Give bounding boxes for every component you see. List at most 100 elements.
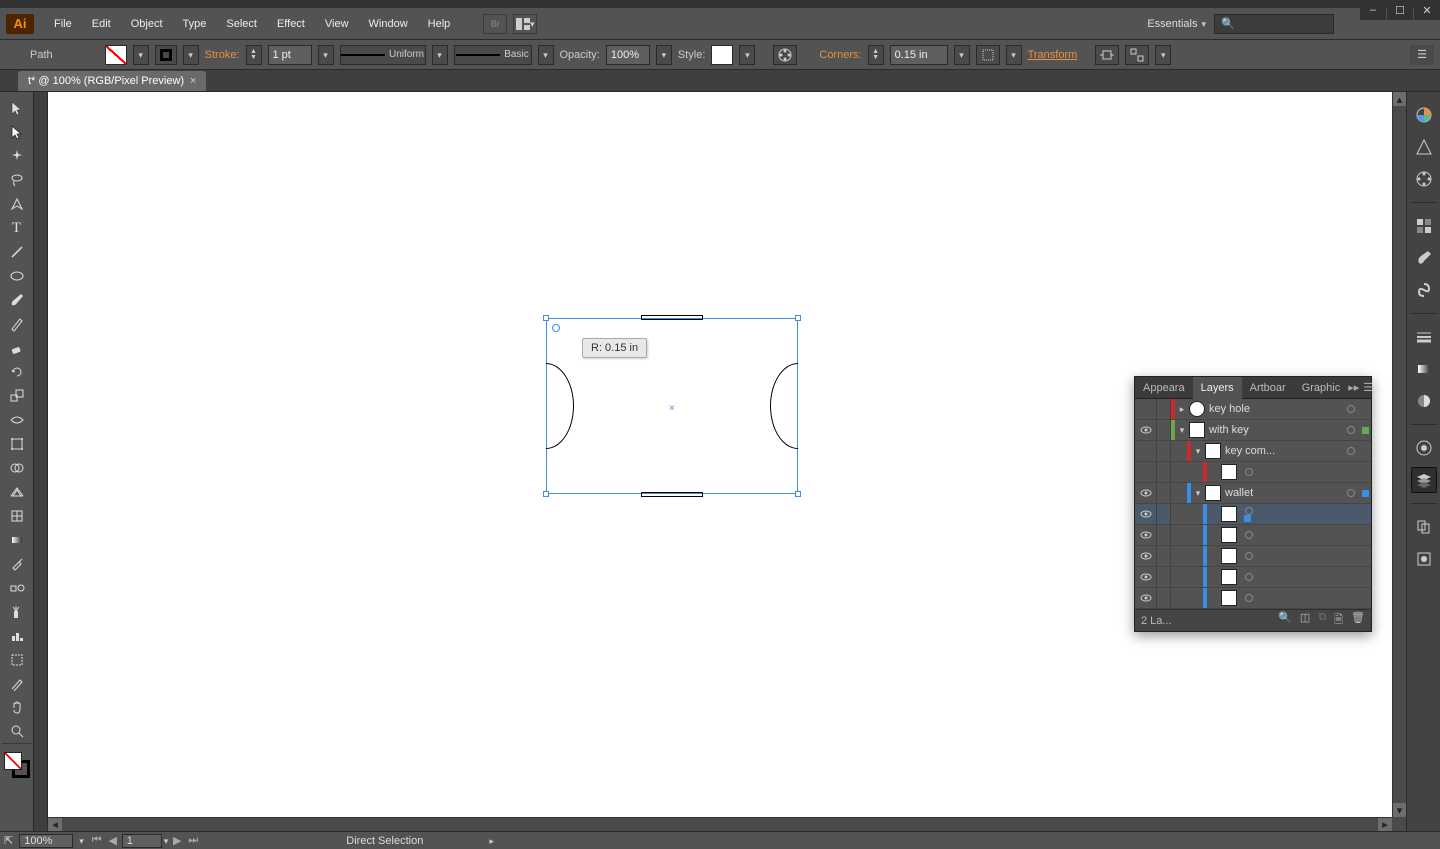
line-tool[interactable]	[2, 240, 32, 264]
target-icon[interactable]	[1241, 573, 1257, 581]
scale-tool[interactable]	[2, 384, 32, 408]
lock-toggle[interactable]	[1157, 546, 1171, 566]
visibility-toggle[interactable]	[1135, 525, 1157, 545]
selection-handle-br[interactable]	[795, 491, 801, 497]
arrange-documents-button[interactable]	[513, 14, 537, 34]
collapse-icon[interactable]: ▸▸	[1348, 381, 1359, 394]
layer-row[interactable]: ▾key com...	[1135, 441, 1371, 462]
panel-tab-layers[interactable]: Layers	[1193, 377, 1242, 399]
selection-handle-tr[interactable]	[795, 315, 801, 321]
layer-row[interactable]: ▸key hole	[1135, 399, 1371, 420]
create-sublayer-icon[interactable]: ⧉	[1318, 611, 1326, 630]
corners-dropdown[interactable]	[954, 45, 970, 65]
menu-type[interactable]: Type	[173, 14, 217, 34]
stroke-panel-icon[interactable]	[1411, 324, 1437, 350]
target-icon[interactable]	[1343, 405, 1359, 413]
selection-tool[interactable]	[2, 96, 32, 120]
width-tool[interactable]	[2, 408, 32, 432]
color-guide-panel-icon[interactable]	[1411, 134, 1437, 160]
layer-row[interactable]: ▾ wallet	[1135, 483, 1371, 504]
disclosure-triangle-icon[interactable]: ▸	[1175, 404, 1189, 415]
layer-name[interactable]	[1237, 468, 1371, 476]
variable-width-dropdown[interactable]	[432, 45, 448, 65]
menu-edit[interactable]: Edit	[82, 14, 121, 34]
lock-toggle[interactable]	[1157, 420, 1171, 440]
direct-selection-tool[interactable]	[2, 120, 32, 144]
target-icon[interactable]	[1343, 426, 1359, 434]
search-field[interactable]: 🔍	[1214, 14, 1334, 34]
layer-row[interactable]	[1135, 462, 1371, 483]
lock-toggle[interactable]	[1157, 462, 1171, 482]
window-minimize-button[interactable]: –	[1360, 0, 1386, 20]
blend-tool[interactable]	[2, 576, 32, 600]
opacity-field[interactable]: 100%	[606, 45, 650, 65]
panel-tab-artboards[interactable]: Artboar	[1242, 377, 1294, 399]
visibility-toggle[interactable]	[1135, 399, 1157, 419]
target-icon[interactable]	[1241, 531, 1257, 539]
lock-toggle[interactable]	[1157, 399, 1171, 419]
artboard-tool[interactable]	[2, 648, 32, 672]
window-maximize-button[interactable]: ☐	[1387, 0, 1413, 20]
recolor-artwork-button[interactable]	[773, 45, 797, 65]
visibility-toggle[interactable]	[1135, 546, 1157, 566]
scroll-left-icon[interactable]: ◂	[48, 818, 62, 831]
visibility-toggle[interactable]	[1135, 504, 1157, 524]
scroll-up-icon[interactable]: ▴	[1393, 92, 1406, 106]
first-artboard-button[interactable]: ⏮	[90, 834, 104, 848]
appearance-panel-icon[interactable]	[1411, 435, 1437, 461]
layers-panel-icon[interactable]	[1411, 467, 1437, 493]
align-button[interactable]	[976, 45, 1000, 65]
shape-tool[interactable]	[2, 264, 32, 288]
mesh-tool[interactable]	[2, 504, 32, 528]
graphic-style-swatch[interactable]	[711, 45, 733, 65]
disclosure-triangle-icon[interactable]: ▾	[1175, 425, 1189, 436]
variable-width-profile[interactable]: Uniform	[340, 45, 426, 65]
stroke-stepper[interactable]: ▲▼	[246, 45, 262, 65]
select-similar-dropdown[interactable]	[1155, 45, 1171, 65]
symbols-panel-icon[interactable]	[1411, 277, 1437, 303]
zoom-level-field[interactable]: 100%	[19, 834, 73, 848]
last-artboard-button[interactable]: ⏭	[186, 834, 200, 848]
disclosure-triangle-icon[interactable]: ▾	[1191, 488, 1205, 499]
lock-toggle[interactable]	[1157, 504, 1171, 524]
new-layer-icon[interactable]: 🗎	[1334, 611, 1343, 630]
layer-name[interactable]: with key	[1205, 424, 1343, 436]
stroke-swatch[interactable]	[155, 45, 177, 65]
target-icon[interactable]	[1343, 489, 1359, 497]
layer-name[interactable]: key com...	[1221, 445, 1343, 457]
opacity-dropdown[interactable]	[656, 45, 672, 65]
lock-toggle[interactable]	[1157, 567, 1171, 587]
locate-object-icon[interactable]: 🔍	[1278, 611, 1292, 630]
lock-toggle[interactable]	[1157, 588, 1171, 608]
visibility-toggle[interactable]	[1135, 567, 1157, 587]
symbol-sprayer-tool[interactable]	[2, 600, 32, 624]
target-icon[interactable]	[1241, 507, 1257, 515]
stroke-weight-field[interactable]: 1 pt	[268, 45, 312, 65]
color-panel-icon[interactable]	[1411, 102, 1437, 128]
pencil-tool[interactable]	[2, 312, 32, 336]
target-icon[interactable]	[1241, 552, 1257, 560]
visibility-toggle[interactable]	[1135, 483, 1157, 503]
layer-name[interactable]: wallet	[1221, 487, 1343, 499]
transparency-panel-icon[interactable]	[1411, 388, 1437, 414]
free-transform-tool[interactable]	[2, 432, 32, 456]
stroke-dropdown[interactable]	[183, 45, 199, 65]
panel-tab-graphic-styles[interactable]: Graphic	[1294, 377, 1349, 399]
scroll-down-icon[interactable]: ▾	[1393, 803, 1406, 817]
fill-swatch[interactable]	[105, 45, 127, 65]
horizontal-scrollbar[interactable]: ◂ ▸	[48, 817, 1392, 831]
brush-definition[interactable]: Basic	[454, 45, 532, 65]
zoom-dropdown-icon[interactable]	[79, 835, 84, 847]
controlbar-menu[interactable]: ☰	[1410, 45, 1434, 65]
magic-wand-tool[interactable]	[2, 144, 32, 168]
slice-tool[interactable]	[2, 672, 32, 696]
layer-name[interactable]	[1237, 531, 1371, 539]
layer-row[interactable]	[1135, 525, 1371, 546]
layer-row[interactable]: ▾ with key	[1135, 420, 1371, 441]
menu-help[interactable]: Help	[418, 14, 461, 34]
vertical-scrollbar[interactable]: ▴ ▾	[1392, 92, 1406, 817]
kuler-panel-icon[interactable]	[1411, 166, 1437, 192]
delete-layer-icon[interactable]: 🗑	[1351, 611, 1365, 630]
share-icon[interactable]: ⇱	[4, 834, 13, 847]
fill-dropdown[interactable]	[133, 45, 149, 65]
